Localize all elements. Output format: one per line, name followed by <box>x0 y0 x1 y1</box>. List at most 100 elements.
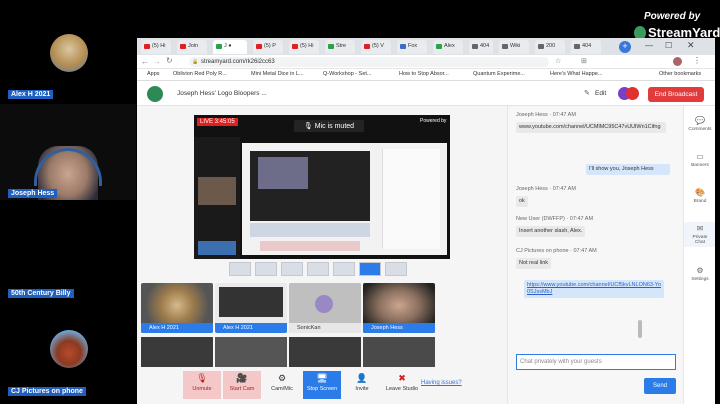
chat-input[interactable]: Chat privately with your guests <box>516 354 676 370</box>
edit-icon[interactable]: ✎ <box>584 89 590 97</box>
browser-tab[interactable]: 200 <box>535 40 565 54</box>
control-label: Start Cam <box>229 386 255 392</box>
layout-fullscreen[interactable] <box>385 262 407 276</box>
tile[interactable] <box>289 337 361 367</box>
edit-button[interactable]: Edit <box>595 90 606 97</box>
tab-favicon-icon <box>292 44 298 49</box>
layout-grid[interactable] <box>281 262 303 276</box>
menu-kebab-icon[interactable]: ⋮ <box>693 56 701 65</box>
destinations-avatars[interactable] <box>618 87 640 101</box>
tile-alex-screen[interactable]: Alex H 2021 <box>215 283 287 333</box>
reload-icon[interactable]: ↻ <box>166 56 173 65</box>
comments-menu-item[interactable]: 💬 Comments <box>684 116 715 132</box>
tab-favicon-icon <box>574 44 580 49</box>
end-broadcast-button[interactable]: End Broadcast <box>648 87 704 102</box>
bookmark-item[interactable]: How to Stop Absor... <box>399 71 449 77</box>
nested-tiles <box>250 223 370 237</box>
browser-tab[interactable]: J ● <box>213 40 247 54</box>
start-cam-button[interactable]: 🎥 Start Cam <box>223 371 261 399</box>
extensions-icon[interactable]: ⊞ <box>581 57 587 65</box>
stop-screen-button[interactable]: 🖥 Stop Screen <box>303 371 341 399</box>
message-sender: Joseph Hess · 07:47 AM <box>516 112 576 118</box>
layout-split[interactable] <box>333 262 355 276</box>
browser-tab[interactable]: (5) P <box>253 40 283 54</box>
tab-favicon-icon <box>436 44 442 49</box>
banners-menu-item[interactable]: ▭ Banners <box>684 152 715 168</box>
new-tab-button[interactable]: + <box>619 41 631 53</box>
tile-joseph[interactable]: Joseph Hess <box>363 283 435 333</box>
send-button[interactable]: Send <box>644 378 676 394</box>
menu-label: Comments <box>688 127 712 132</box>
participant-name: 50th Century Billy <box>8 289 74 298</box>
back-icon[interactable]: ← <box>141 57 149 66</box>
layout-screen-pip[interactable] <box>359 262 381 276</box>
browser-tab[interactable]: Alex <box>433 40 463 54</box>
invite-button[interactable]: 👤 Invite <box>343 371 381 399</box>
bookmark-apps[interactable]: Apps <box>147 71 160 77</box>
browser-tab[interactable]: Wiki <box>499 40 529 54</box>
maximize-button[interactable]: ☐ <box>665 41 672 50</box>
message-bubble: Insert another slash, Alex. <box>516 226 586 237</box>
bookmark-item[interactable]: Oblivion Red Poly R... <box>173 71 227 77</box>
layout-group[interactable] <box>255 262 277 276</box>
star-icon[interactable]: ☆ <box>555 57 561 65</box>
bookmark-other[interactable]: Other bookmarks <box>659 71 701 77</box>
tile[interactable] <box>215 337 287 367</box>
browser-tab[interactable]: Join <box>177 40 207 54</box>
settings-menu-item[interactable]: ⚙ Settings <box>684 266 715 282</box>
cam-mic-button[interactable]: ⚙ Cam/Mic <box>263 371 301 399</box>
brand-menu-item[interactable]: 🎨 Brand <box>684 188 715 204</box>
bookmark-item[interactable]: Here's What Happe... <box>550 71 602 77</box>
browser-tab[interactable]: Fox <box>397 40 427 54</box>
private-chat-menu-item[interactable]: ✉ Private Chat <box>684 222 715 247</box>
bookmark-item[interactable]: Mini Metal Dice in L... <box>251 71 304 77</box>
browser-tab[interactable]: (5) V <box>361 40 391 54</box>
add-user-icon: 👤 <box>356 373 368 383</box>
close-window-button[interactable]: ✕ <box>687 40 695 51</box>
having-issues-link[interactable]: Having issues? <box>421 380 462 386</box>
tab-favicon-icon <box>144 44 150 49</box>
tile-sonickan[interactable]: SonicKan <box>289 283 361 333</box>
address-bar[interactable]: 🔒 streamyard.com/rk26i2cc63 <box>189 57 549 67</box>
browser-tab[interactable]: (5) Hi <box>289 40 319 54</box>
tile-name: SonicKan <box>289 323 361 333</box>
participant-joseph: Joseph Hess <box>0 104 136 208</box>
gear-icon: ⚙ <box>277 373 287 383</box>
browser-tab[interactable]: 404 <box>571 40 601 54</box>
browser-tab[interactable]: (5) Hi <box>141 40 171 54</box>
tab-favicon-icon <box>538 44 544 49</box>
tab-favicon-icon <box>502 44 508 49</box>
tab-label: 404 <box>480 43 490 49</box>
tab-label: (5) V <box>372 43 384 49</box>
control-label: Cam/Mic <box>271 386 293 392</box>
chat-scrollbar[interactable] <box>638 320 642 338</box>
message-sender: Joseph Hess · 07:47 AM <box>516 186 576 192</box>
avatar <box>50 330 88 368</box>
profile-avatar[interactable] <box>673 57 682 66</box>
layout-solo[interactable] <box>229 262 251 276</box>
tab-favicon-icon <box>216 44 222 49</box>
browser-tab[interactable]: Stre <box>325 40 355 54</box>
participant-name: Joseph Hess <box>8 189 58 198</box>
forward-icon[interactable]: → <box>153 57 161 66</box>
layout-leader[interactable] <box>307 262 329 276</box>
tile[interactable] <box>141 337 213 367</box>
tile-name: Alex H 2021 <box>141 323 213 333</box>
address-bar-row: ← → ↻ 🔒 streamyard.com/rk26i2cc63 ☆ ⊞ ⋮ <box>137 55 715 69</box>
unmute-button[interactable]: 🎙 Unmute <box>183 371 221 399</box>
tile-alex[interactable]: Alex H 2021 <box>141 283 213 333</box>
nested-preview-inner <box>258 157 308 189</box>
tile[interactable] <box>363 337 435 367</box>
tile-name: Alex H 2021 <box>215 323 287 333</box>
tab-favicon-icon <box>364 44 370 49</box>
menu-label: Private Chat <box>692 235 708 245</box>
bookmark-item[interactable]: Q-Workshop - Set... <box>323 71 372 77</box>
palette-icon: 🎨 <box>695 188 705 197</box>
monitor-icon: 🖥 <box>316 373 328 383</box>
minimize-button[interactable]: — <box>645 41 653 50</box>
bookmark-item[interactable]: Quantum Experime... <box>473 71 525 77</box>
browser-tab[interactable]: 404 <box>469 40 493 54</box>
message-link-own[interactable]: https://www.youtube.com/channel/UCf5kvLN… <box>524 280 664 298</box>
leave-studio-button[interactable]: ✖ Leave Studio <box>383 371 421 399</box>
control-label: Unmute <box>192 386 212 392</box>
